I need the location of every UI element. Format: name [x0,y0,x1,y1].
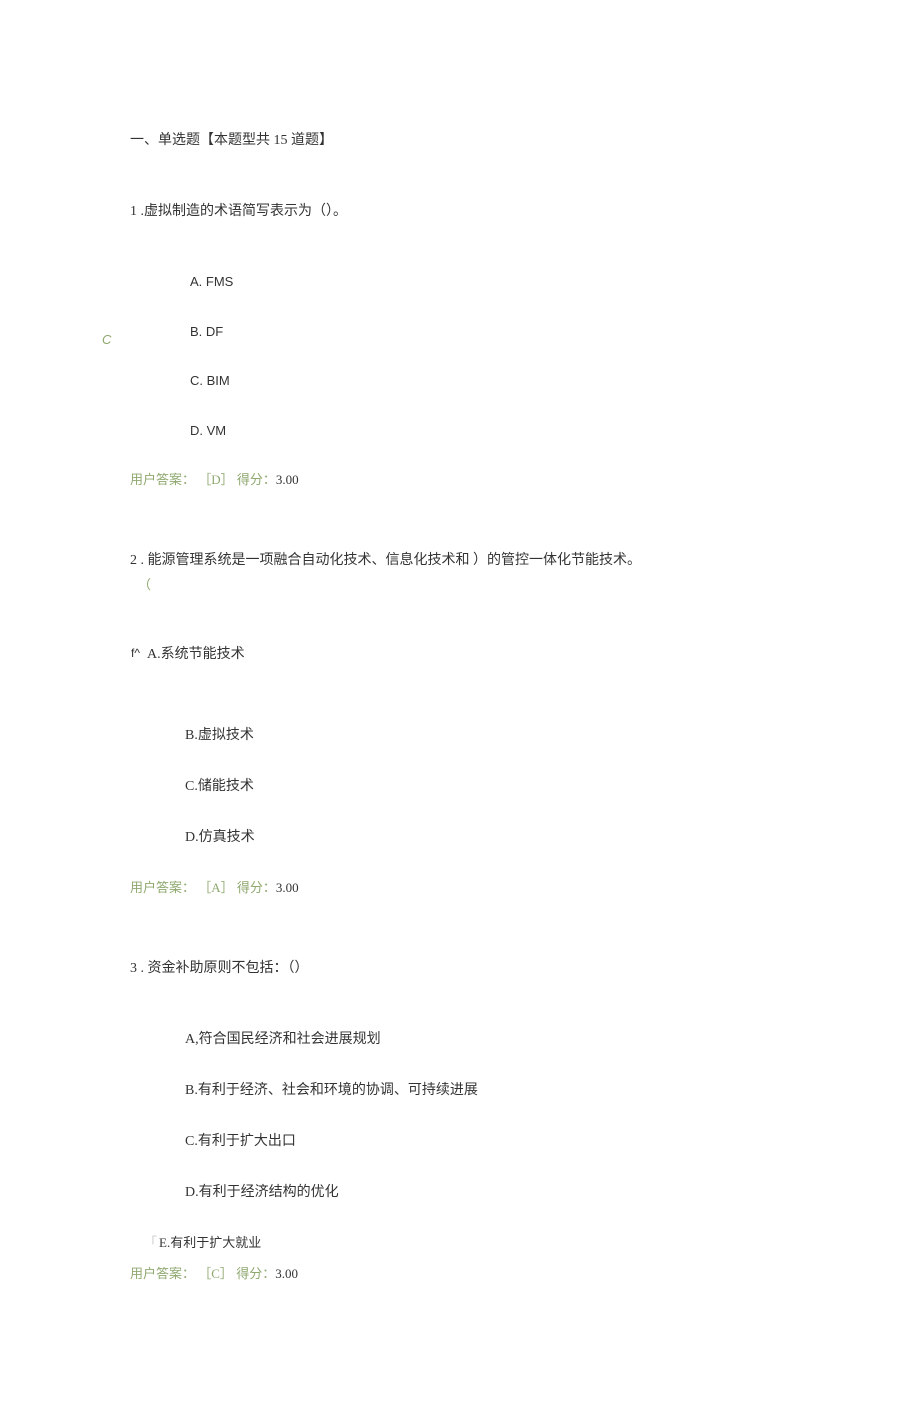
q2-text: 2 . 能源管理系统是一项融合自动化技术、信息化技术和 ）的管控一体化节能技术。 [130,550,790,571]
q1-option-a: A. FMS [190,272,790,292]
question-3: 3 . 资金补助原则不包括：（） A,符合国民经济和社会进展规划 B.有利于经济… [130,958,790,1284]
q2-options: f^ A.系统节能技术 B.虚拟技术 C.储能技术 D.仿真技术 [185,644,790,848]
section-title: 一、单选题【本题型共 15 道题】 [130,130,790,151]
q1-body: .虚拟制造的术语简写表示为（）。 [137,204,347,219]
q2-answer-value: ［A］ [198,880,233,895]
q3-body: . 资金补助原则不包括：（） [137,961,309,976]
q2-score: 3.00 [276,880,299,895]
q2-option-d: D.仿真技术 [185,827,790,848]
q2-paren: （ [138,575,790,595]
q1-answer-prefix: 用户答案： [130,472,195,487]
q1-text: 1 .虚拟制造的术语简写表示为（）。 [130,201,790,222]
q2-a-prefix: f^ [131,644,140,662]
q1-option-c: C. BIM [190,371,790,391]
q1-answer: 用户答案： ［D］ 得分：3.00 [130,470,790,490]
question-1: 1 .虚拟制造的术语简写表示为（）。 C A. FMS B. DF C. BIM… [130,201,790,490]
q1-answer-value: ［D］ [198,472,233,487]
question-2: 2 . 能源管理系统是一项融合自动化技术、信息化技术和 ）的管控一体化节能技术。… [130,550,790,898]
q3-option-c: C.有利于扩大出口 [185,1131,790,1152]
q2-body: . 能源管理系统是一项融合自动化技术、信息化技术和 ）的管控一体化节能技术。 [137,553,641,568]
q2-option-c: C.储能技术 [185,776,790,797]
q1-option-b: B. DF [190,322,790,342]
q2-number: 2 [130,553,137,568]
q3-number: 3 [130,961,137,976]
q1-number: 1 [130,204,137,219]
q3-option-e-line: 「E.有利于扩大就业 [144,1233,790,1253]
q3-answer-value: ［C］ [198,1266,233,1281]
q2-option-a: A.系统节能技术 [147,644,245,665]
q3-option-d: D.有利于经济结构的优化 [185,1182,790,1203]
q3-options: A,符合国民经济和社会进展规划 B.有利于经济、社会和环境的协调、可持续进展 C… [185,1029,790,1203]
q3-option-e: E.有利于扩大就业 [159,1235,261,1250]
q3-e-bracket: 「 [144,1235,157,1250]
q1-options: A. FMS B. DF C. BIM D. VM [190,272,790,440]
q3-answer-prefix: 用户答案： [130,1266,195,1281]
q3-option-a: A,符合国民经济和社会进展规划 [185,1029,790,1050]
q1-marker: C [102,330,111,350]
q2-option-b: B.虚拟技术 [185,725,790,746]
q3-option-b: B.有利于经济、社会和环境的协调、可持续进展 [185,1080,790,1101]
q1-score-label: 得分： [237,472,276,487]
q2-answer: 用户答案： ［A］ 得分：3.00 [130,878,790,898]
q2-score-label: 得分： [237,880,276,895]
q3-score-label: 得分： [236,1266,275,1281]
q1-score: 3.00 [276,472,299,487]
q2-answer-prefix: 用户答案： [130,880,195,895]
q3-score: 3.00 [275,1266,298,1281]
q3-answer: 用户答案： ［C］ 得分：3.00 [130,1264,790,1284]
q3-text: 3 . 资金补助原则不包括：（） [130,958,790,979]
q1-option-d: D. VM [190,421,790,441]
